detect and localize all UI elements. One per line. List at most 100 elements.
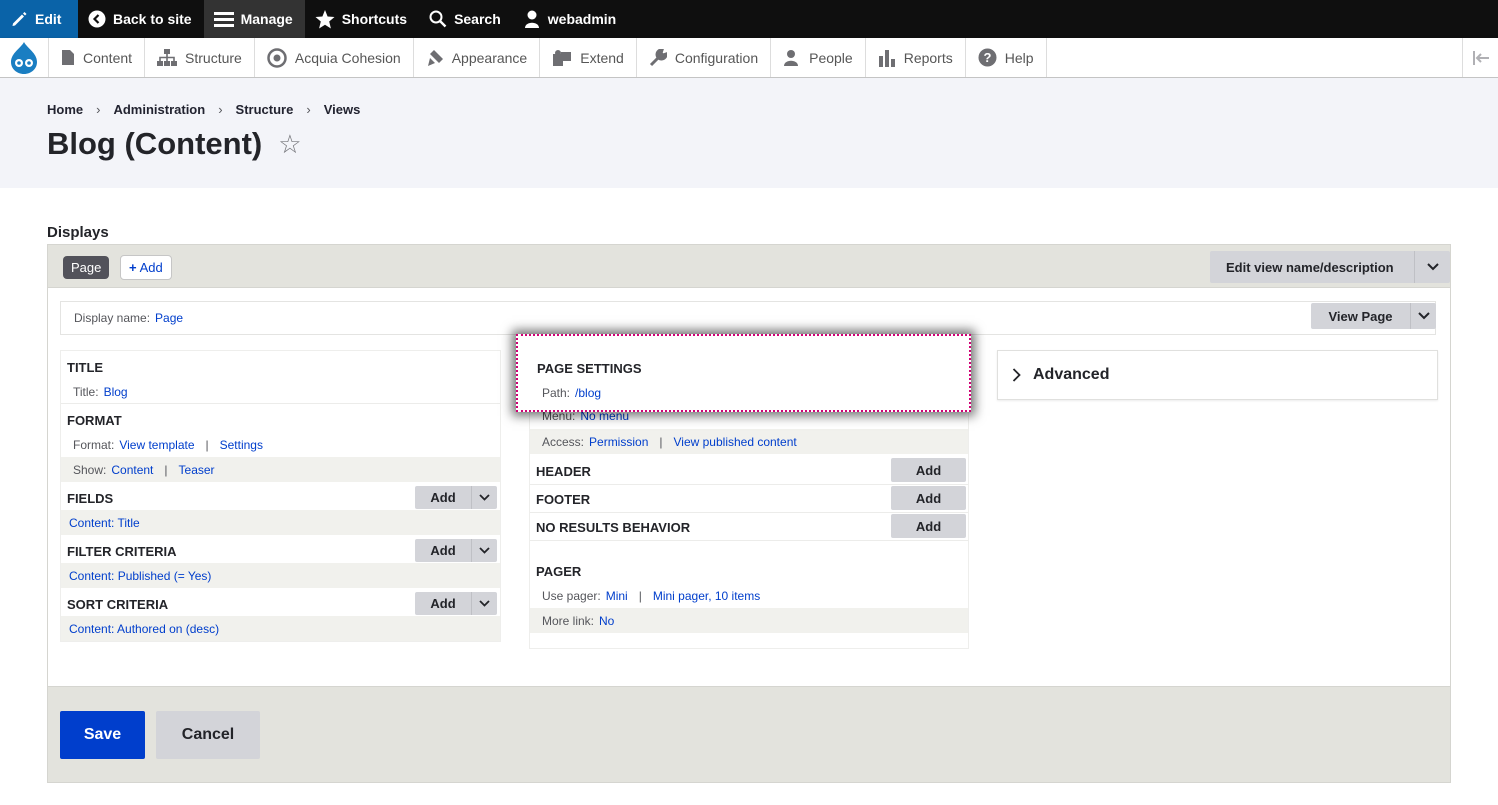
filter-add-dropdown[interactable] [471,539,497,562]
back-arrow-icon [88,10,106,28]
use-pager-row: Use pager: Mini | Mini pager, 10 items [530,583,968,608]
path-label: Path: [542,385,571,400]
sort-add-dropdown[interactable] [471,592,497,615]
use-pager-label: Use pager: [542,588,601,603]
filter-add-button-group: Add [415,539,497,562]
cancel-button[interactable]: Cancel [156,711,260,759]
chevron-down-icon [1417,312,1430,320]
filter-add-button[interactable]: Add [415,539,471,562]
breadcrumb-administration[interactable]: Administration [113,102,205,117]
divider [530,484,968,485]
tray-structure[interactable]: Structure [145,38,255,77]
chevron-right-icon [1012,368,1021,382]
user-tab[interactable]: webadmin [513,0,628,38]
edit-view-name-button[interactable]: Edit view name/description [1210,251,1450,283]
add-display-label: Add [139,260,163,275]
tray-people[interactable]: People [771,38,866,77]
breadcrumb-views[interactable]: Views [324,102,361,117]
title-row: Title: Blog [61,379,500,404]
wrench-icon [649,48,667,66]
view-page-button[interactable]: View Page [1311,303,1436,329]
admin-toolbar: Edit Back to site Manage Shortcuts Searc… [0,0,1498,38]
save-button[interactable]: Save [60,711,145,759]
breadcrumb-structure[interactable]: Structure [236,102,294,117]
breadcrumb: Home › Administration › Structure › View… [47,102,360,117]
access-settings-link[interactable]: View published content [674,435,797,449]
footer-add-button[interactable]: Add [891,486,966,510]
edit-toggle[interactable]: Edit [0,0,78,38]
pipe-separator: | [638,588,642,603]
advanced-label: Advanced [1033,366,1110,383]
pencil-icon [12,12,27,26]
chevron-down-icon [479,547,490,554]
tray-acquia-cohesion[interactable]: Acquia Cohesion [255,38,414,77]
collapse-left-icon [1472,50,1489,65]
shortcuts-tab[interactable]: Shortcuts [305,0,419,38]
format-row: Format: View template | Settings [61,432,500,457]
page-header: Home › Administration › Structure › View… [0,78,1498,188]
display-name-row: Display name: Page [60,301,1436,335]
divider [530,540,968,541]
edit-label: Edit [35,11,62,27]
tray-help[interactable]: ? Help [966,38,1047,77]
access-label: Access: [542,434,585,449]
manage-tab[interactable]: Manage [203,0,305,38]
svg-text:?: ? [983,50,991,65]
tray-appearance[interactable]: Appearance [414,38,541,77]
header-add-button[interactable]: Add [891,458,966,482]
use-pager-settings-link[interactable]: Mini pager, 10 items [653,589,760,603]
tray-content[interactable]: Content [49,38,146,77]
search-icon [429,10,447,28]
add-display-button[interactable]: + Add [120,255,172,280]
page-settings-heading: PAGE SETTINGS [537,361,642,376]
person-icon [784,49,799,66]
tray-configuration[interactable]: Configuration [637,38,772,77]
show-value-link[interactable]: Content [111,463,153,477]
fields-add-button[interactable]: Add [415,486,471,509]
display-name-link[interactable]: Page [155,311,183,325]
tray-help-label: Help [1004,49,1034,66]
title-value-link[interactable]: Blog [104,385,128,399]
search-label: Search [454,11,501,27]
tray-reports[interactable]: Reports [866,38,966,77]
chevron-down-icon [479,600,490,607]
pipe-separator: | [205,437,209,452]
more-link-value-link[interactable]: No [599,614,614,628]
show-label: Show: [73,462,107,477]
format-label: Format: [73,437,115,452]
view-page-dropdown-toggle[interactable] [1410,303,1436,329]
tray-extend[interactable]: Extend [540,38,637,77]
shortcut-star-icon[interactable]: ☆ [278,129,301,160]
advanced-panel[interactable]: Advanced [997,350,1438,400]
path-value-link[interactable]: /blog [575,386,601,400]
back-to-site-link[interactable]: Back to site [78,0,204,38]
tray-orientation-toggle[interactable] [1462,38,1498,77]
edit-view-dropdown-toggle[interactable] [1414,251,1450,283]
filter-criteria-heading: FILTER CRITERIA [67,544,177,559]
star-icon [315,9,335,28]
filter-item-link[interactable]: Content: Published (= Yes) [69,569,211,583]
no-results-add-button[interactable]: Add [891,514,966,538]
filter-item-row: Content: Published (= Yes) [61,563,500,588]
breadcrumb-home[interactable]: Home [47,102,83,117]
tray-people-label: People [809,49,853,66]
title-section-heading: TITLE [67,360,104,375]
access-value-link[interactable]: Permission [589,435,648,449]
fields-section-heading: FIELDS [67,491,114,506]
format-settings-link[interactable]: Settings [220,438,263,452]
tab-page[interactable]: Page [63,256,110,279]
displays-label: Displays [47,224,109,241]
show-settings-link[interactable]: Teaser [179,463,215,477]
header-section-heading: HEADER [536,464,591,479]
tray-extend-label: Extend [580,49,624,66]
use-pager-value-link[interactable]: Mini [606,589,628,603]
format-value-link[interactable]: View template [119,438,194,452]
sort-item-link[interactable]: Content: Authored on (desc) [69,622,219,636]
sort-add-button[interactable]: Add [415,592,471,615]
search-tab[interactable]: Search [419,0,513,38]
format-section-heading: FORMAT [67,413,122,428]
drupal-logo[interactable] [0,38,49,77]
fields-add-dropdown[interactable] [471,486,497,509]
chevron-down-icon [1426,263,1439,271]
fields-item-link[interactable]: Content: Title [69,516,140,530]
